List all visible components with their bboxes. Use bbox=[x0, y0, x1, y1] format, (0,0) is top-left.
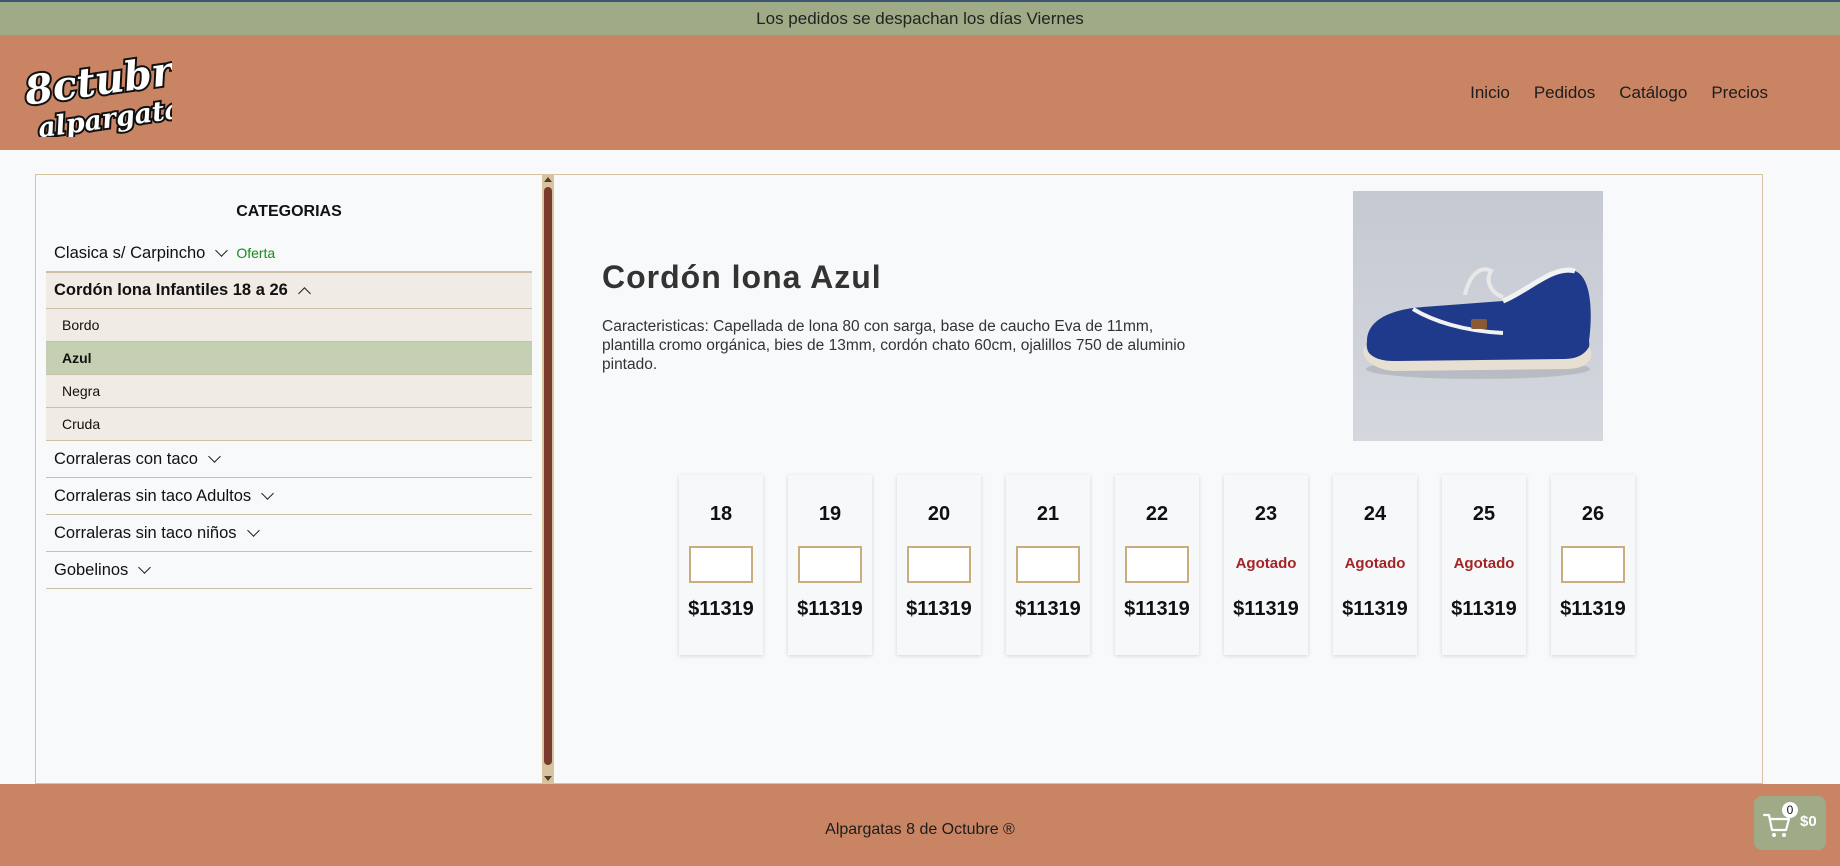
category-list: Clasica s/ Carpincho Oferta Cordón lona … bbox=[46, 235, 532, 589]
site-footer: Alpargatas 8 de Octubre ® bbox=[0, 784, 1840, 866]
site-header: 8ctubre alpargatas Inicio Pedidos Catálo… bbox=[0, 35, 1840, 150]
category-corraleras-sin-taco-ninos[interactable]: Corraleras sin taco niños bbox=[46, 515, 532, 552]
quantity-input-22[interactable] bbox=[1125, 546, 1189, 583]
categories-title: CATEGORIAS bbox=[236, 203, 342, 220]
product-description: Caracteristicas: Capellada de lona 80 co… bbox=[602, 318, 1186, 373]
size-price: $11319 bbox=[1124, 598, 1190, 620]
category-corraleras-sin-taco-adultos[interactable]: Corraleras sin taco Adultos bbox=[46, 478, 532, 515]
size-price: $11319 bbox=[1560, 598, 1626, 620]
product-title: Cordón lona Azul bbox=[602, 259, 882, 295]
offer-badge: Oferta bbox=[236, 245, 276, 261]
nav-catalogo[interactable]: Catálogo bbox=[1619, 83, 1687, 103]
size-price: $11319 bbox=[1015, 598, 1081, 620]
nav-inicio[interactable]: Inicio bbox=[1470, 83, 1510, 103]
size-card-18: 18 $11319 bbox=[679, 475, 763, 655]
cart-count-badge: 0 bbox=[1782, 802, 1798, 818]
chevron-down-icon bbox=[138, 560, 152, 574]
chevron-down-icon bbox=[208, 449, 221, 463]
brand-logo[interactable]: 8ctubre alpargatas bbox=[22, 51, 172, 137]
size-card-26: 26 $11319 bbox=[1551, 475, 1635, 655]
category-sidebar: CATEGORIAS Clasica s/ Carpincho Oferta C… bbox=[36, 175, 542, 783]
announcement-bar: Los pedidos se despachan los días Vierne… bbox=[0, 0, 1840, 35]
size-card-24: 24 Agotado $11319 bbox=[1333, 475, 1417, 655]
chevron-up-icon bbox=[297, 286, 311, 300]
quantity-input-19[interactable] bbox=[798, 546, 862, 583]
size-price: $11319 bbox=[1342, 598, 1408, 620]
size-number: 18 bbox=[709, 503, 733, 525]
size-number: 23 bbox=[1254, 503, 1278, 525]
category-corraleras-con-taco[interactable]: Corraleras con taco bbox=[46, 441, 532, 478]
main-content: CATEGORIAS Clasica s/ Carpincho Oferta C… bbox=[35, 174, 1763, 784]
category-label: Cordón lona Infantiles 18 a 26 bbox=[54, 281, 288, 299]
category-cordon-lona-infantiles[interactable]: Cordón lona Infantiles 18 a 26 bbox=[46, 272, 532, 309]
cart-total: $0 bbox=[1800, 813, 1817, 830]
soldout-label: Agotado bbox=[1453, 555, 1515, 572]
nav-precios[interactable]: Precios bbox=[1711, 83, 1768, 103]
chevron-down-icon bbox=[215, 243, 229, 257]
category-label: Corraleras sin taco niños bbox=[54, 523, 237, 542]
chevron-down-icon bbox=[246, 523, 260, 537]
size-card-25: 25 Agotado $11319 bbox=[1442, 475, 1526, 655]
category-label: Gobelinos bbox=[54, 560, 129, 579]
footer-text: Alpargatas 8 de Octubre ® bbox=[825, 821, 1015, 838]
quantity-input-20[interactable] bbox=[907, 546, 971, 583]
subitem-cruda[interactable]: Cruda bbox=[46, 408, 532, 441]
size-price: $11319 bbox=[797, 598, 863, 620]
category-label: Corraleras sin taco Adultos bbox=[54, 486, 252, 505]
product-detail: Cordón lona Azul Caracteristicas: Capell… bbox=[554, 175, 1762, 783]
size-number: 24 bbox=[1363, 503, 1387, 525]
size-number: 20 bbox=[927, 503, 951, 525]
size-number: 19 bbox=[818, 503, 842, 525]
size-number: 26 bbox=[1581, 503, 1605, 525]
subitem-bordo[interactable]: Bordo bbox=[46, 309, 532, 342]
size-number: 22 bbox=[1145, 503, 1169, 525]
category-label: Corraleras con taco bbox=[54, 449, 198, 468]
quantity-input-26[interactable] bbox=[1561, 546, 1625, 583]
product-image bbox=[1353, 191, 1603, 441]
size-price: $11319 bbox=[1233, 598, 1299, 620]
main-nav: Inicio Pedidos Catálogo Precios bbox=[1470, 83, 1768, 103]
soldout-label: Agotado bbox=[1344, 555, 1406, 572]
quantity-input-18[interactable] bbox=[689, 546, 753, 583]
size-card-22: 22 $11319 bbox=[1115, 475, 1199, 655]
size-card-21: 21 $11319 bbox=[1006, 475, 1090, 655]
size-price: $11319 bbox=[906, 598, 972, 620]
size-price: $11319 bbox=[1451, 598, 1517, 620]
chevron-down-icon bbox=[261, 486, 275, 500]
nav-pedidos[interactable]: Pedidos bbox=[1534, 83, 1595, 103]
category-clasica[interactable]: Clasica s/ Carpincho Oferta bbox=[46, 235, 532, 272]
size-number: 25 bbox=[1472, 503, 1496, 525]
scroll-up-arrow-icon[interactable] bbox=[544, 177, 552, 182]
size-price: $11319 bbox=[688, 598, 754, 620]
size-card-23: 23 Agotado $11319 bbox=[1224, 475, 1308, 655]
size-card-19: 19 $11319 bbox=[788, 475, 872, 655]
category-label: Clasica s/ Carpincho bbox=[54, 243, 206, 262]
size-number: 21 bbox=[1036, 503, 1060, 525]
subitem-azul[interactable]: Azul bbox=[46, 342, 532, 375]
soldout-label: Agotado bbox=[1235, 555, 1297, 572]
cart-button[interactable]: 0 $0 bbox=[1754, 796, 1826, 850]
subitem-negra[interactable]: Negra bbox=[46, 375, 532, 408]
announcement-text: Los pedidos se despachan los días Vierne… bbox=[756, 9, 1084, 28]
size-card-20: 20 $11319 bbox=[897, 475, 981, 655]
quantity-input-21[interactable] bbox=[1016, 546, 1080, 583]
category-gobelinos[interactable]: Gobelinos bbox=[46, 552, 532, 589]
scroll-down-arrow-icon[interactable] bbox=[544, 776, 552, 781]
scrollbar-thumb[interactable] bbox=[544, 187, 552, 765]
sidebar-scrollbar[interactable] bbox=[542, 175, 554, 783]
